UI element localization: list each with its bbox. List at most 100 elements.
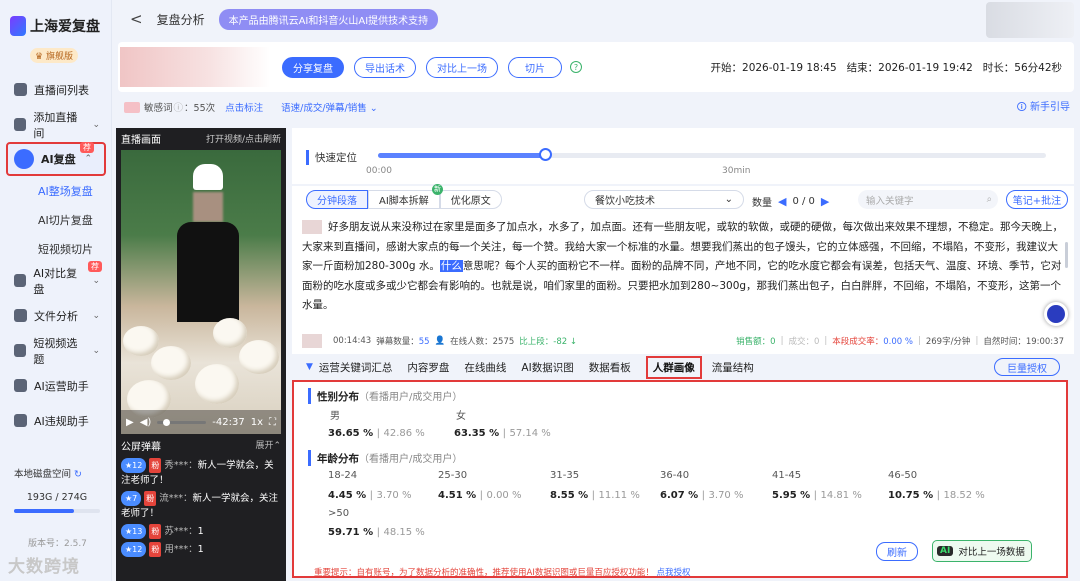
sidebar-sub-short-video[interactable]: 短视频切片 xyxy=(0,234,112,263)
chart-icon xyxy=(14,83,27,96)
age-section-title: 年龄分布（看播用户/成交用户） xyxy=(308,450,462,466)
sidebar-item-add-live[interactable]: 添加直播间 ⌄ xyxy=(0,107,112,142)
tab-traffic-structure[interactable]: 流量结构 xyxy=(712,360,754,375)
share-review-button[interactable]: 分享复盘 xyxy=(282,56,344,78)
triangle-down-icon[interactable]: ▼ xyxy=(306,362,313,372)
age-label: 36-40 xyxy=(660,470,690,481)
list-item: ★7 粉流***：新人一学就会，关注老师了！ xyxy=(121,491,279,519)
ai-icon: AI xyxy=(937,546,954,556)
export-script-button[interactable]: 导出话术 xyxy=(354,56,416,78)
search-icon[interactable]: ⌕ xyxy=(987,194,992,205)
level-badge: ★12 xyxy=(121,542,147,557)
user-icon: 👤 xyxy=(434,336,446,346)
keyword-search-input[interactable]: 输入关键字 ⌕ xyxy=(858,190,998,209)
next-match-icon[interactable]: ▶ xyxy=(821,195,829,208)
sensitive-color-swatch xyxy=(124,101,140,113)
compare-previous-button[interactable]: 对比上一场 xyxy=(426,56,498,78)
info-icon[interactable]: ⓘ xyxy=(174,100,184,114)
level-badge: ★7 xyxy=(121,491,142,506)
tab-ai-script[interactable]: AI脚本拆解 xyxy=(368,190,440,209)
sidebar-item-file-analysis[interactable]: 文件分析 ⌄ xyxy=(0,298,112,333)
tab-data-dashboard[interactable]: 数据看板 xyxy=(589,360,631,375)
live-video-panel: 直播画面 打开视频/点击刷新 ▶ ◀) -42:37 1x ⛶ 公屏弹幕 展开⌃… xyxy=(116,128,286,581)
list-item: ★13 粉苏***：1 xyxy=(121,524,281,539)
open-video-link[interactable]: 打开视频/点击刷新 xyxy=(206,132,281,145)
assistant-float-button[interactable] xyxy=(1044,302,1068,326)
session-time-info: 开始：2026-01-19 18:45 结束：2026-01-19 19:42 … xyxy=(710,61,1062,74)
chef-body-image xyxy=(177,222,239,322)
fan-badge: 粉 xyxy=(149,458,162,473)
compare-last-data-button[interactable]: AI 对比上一场数据 xyxy=(932,540,1032,562)
bun-image xyxy=(239,340,279,374)
chevron-down-icon: ⌄ xyxy=(92,275,100,286)
filter-dropdown[interactable]: 语速/成交/弹幕/销售 ⌄ xyxy=(281,100,378,114)
sidebar-item-ai-review[interactable]: AI复盘 荐 ⌃ xyxy=(6,142,106,176)
timeline-handle[interactable] xyxy=(539,148,552,161)
refresh-button[interactable]: 刷新 xyxy=(876,542,918,561)
sidebar-sub-full-review[interactable]: AI整场复盘 xyxy=(0,176,112,205)
age-value: 59.71 % | 48.15 % xyxy=(328,527,425,538)
authorize-link[interactable]: 点我授权 xyxy=(657,568,691,578)
age-label: 25-30 xyxy=(438,470,468,481)
age-value: 5.95 % | 14.81 % xyxy=(772,490,862,501)
video-controls: ▶ ◀) -42:37 1x ⛶ xyxy=(121,410,281,434)
sidebar-item-short-video-topic[interactable]: 短视频选题 ⌄ xyxy=(0,333,112,368)
tab-optimize-text[interactable]: 优化原文 xyxy=(439,190,502,209)
refresh-icon[interactable]: ↻ xyxy=(74,469,82,480)
tab-online-curve[interactable]: 在线曲线 xyxy=(464,360,506,375)
recommend-badge: 荐 xyxy=(88,261,102,272)
timeline-slider[interactable] xyxy=(378,148,1046,161)
age-value: 4.51 % | 0.00 % xyxy=(438,490,522,501)
gender-value: 36.65 % | 42.86 % xyxy=(328,428,425,439)
tab-minute-paragraph[interactable]: 分钟段落 xyxy=(306,190,368,209)
video-progress-handle[interactable] xyxy=(163,418,171,426)
sensitive-word-bar: 敏感词 ⓘ ：55次 点击标注 语速/成交/弹幕/销售 ⌄ 🛈 新手引导 xyxy=(118,97,1074,117)
file-icon xyxy=(14,309,27,322)
sidebar-item-ai-violation[interactable]: AI违规助手 xyxy=(0,403,112,438)
back-icon[interactable]: < xyxy=(130,10,143,28)
video-frame[interactable] xyxy=(121,150,281,434)
important-tip: 重要提示：自有账号，为了数据分析的准确性，推荐使用AI数据识图或巨量百应授权功能… xyxy=(314,568,691,578)
scrollbar[interactable] xyxy=(1065,242,1068,268)
age-label: 41-45 xyxy=(772,470,802,481)
volume-icon[interactable]: ◀) xyxy=(140,417,152,428)
chevron-down-icon: ⌄ xyxy=(724,194,733,205)
note-annotate-button[interactable]: 笔记+批注 xyxy=(1006,190,1068,209)
fan-badge: 粉 xyxy=(149,542,162,557)
sidebar: 上海爱复盘 ♛ 旗舰版 直播间列表 添加直播间 ⌄ AI复盘 荐 ⌃ AI整场复… xyxy=(0,0,112,581)
tier-badge: ♛ 旗舰版 xyxy=(30,48,78,63)
bun-image xyxy=(123,326,159,356)
prev-match-icon[interactable]: ◀ xyxy=(778,195,786,208)
fullscreen-icon[interactable]: ⛶ xyxy=(269,417,276,428)
mark-link[interactable]: 点击标注 xyxy=(225,100,263,114)
video-progress[interactable] xyxy=(157,418,207,426)
audience-portrait-panel: 性别分布（看播用户/成交用户） 男 36.65 % | 42.86 % 女 63… xyxy=(292,380,1068,578)
tab-ai-data-recognition[interactable]: AI数据识图 xyxy=(521,360,573,375)
danmu-toggle[interactable]: 展开⌃ xyxy=(255,438,281,453)
sidebar-item-ai-compare[interactable]: AI对比复盘 荐 ⌄ xyxy=(0,261,112,298)
guide-link[interactable]: 🛈 新手引导 xyxy=(1017,98,1070,117)
play-icon[interactable]: ▶ xyxy=(126,417,134,428)
speed-button[interactable]: 1x xyxy=(251,417,263,428)
slice-button[interactable]: 切片 xyxy=(508,56,562,78)
tab-audience-portrait[interactable]: 人群画像 xyxy=(645,355,702,379)
analysis-tabs: ▼ 运营关键词汇总 内容罗盘 在线曲线 AI数据识图 数据看板 人群画像 流量结… xyxy=(292,355,1074,379)
sidebar-item-ai-operations[interactable]: AI运营助手 xyxy=(0,368,112,403)
list-item: ★12 粉用***：1 xyxy=(121,542,281,557)
help-icon[interactable]: ? xyxy=(570,61,582,73)
chevron-down-icon: ⌄ xyxy=(92,119,100,130)
tab-content-compass[interactable]: 内容罗盘 xyxy=(407,360,449,375)
streamer-name-blurred xyxy=(120,47,270,87)
category-select[interactable]: 餐饮小吃技术 ⌄ xyxy=(584,190,744,209)
sidebar-item-live-list[interactable]: 直播间列表 xyxy=(0,72,112,107)
sidebar-sub-slice-review[interactable]: AI切片复盘 xyxy=(0,205,112,234)
highlighted-word[interactable]: 什么 xyxy=(439,260,463,272)
avatar[interactable] xyxy=(986,2,1074,38)
video-title: 直播画面 xyxy=(121,134,161,146)
vs-icon xyxy=(14,274,27,287)
tab-keyword-summary[interactable]: 运营关键词汇总 xyxy=(319,360,393,375)
fan-badge: 粉 xyxy=(149,524,162,539)
gender-label: 女 xyxy=(456,411,466,422)
brand-logo[interactable]: 上海爱复盘 xyxy=(10,16,100,36)
juliang-auth-button[interactable]: 巨量授权 xyxy=(994,358,1060,376)
